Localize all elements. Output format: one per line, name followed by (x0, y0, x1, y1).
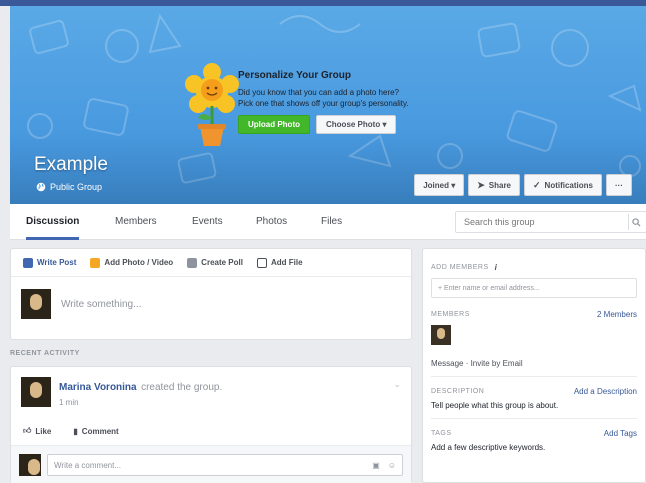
comment-avatar (19, 454, 41, 476)
post-action-text: created the group. (141, 382, 223, 393)
group-tab-bar: Discussion Members Events Photos Files (10, 204, 646, 240)
post-author[interactable]: Marina Voronina (59, 382, 137, 393)
create-poll-label: Create Poll (201, 258, 243, 267)
choose-photo-button[interactable]: Choose Photo ▾ (316, 115, 397, 134)
tab-events[interactable]: Events (192, 204, 223, 240)
add-description-link[interactable]: Add a Description (574, 387, 637, 396)
like-button[interactable]: 👍︎ Like (23, 426, 51, 436)
activity-post: Marina Voronina created the group. 1 min… (10, 366, 412, 483)
group-name[interactable]: Example (34, 154, 108, 176)
post-timestamp[interactable]: 1 min (59, 398, 222, 407)
checkmark-icon: ✓ (533, 179, 541, 190)
thumbs-up-icon: 👍︎ (23, 426, 32, 435)
group-search (455, 211, 646, 233)
privacy-label: Public Group (50, 182, 103, 192)
upload-photo-button[interactable]: Upload Photo (238, 115, 310, 134)
search-icon[interactable] (628, 214, 644, 230)
poll-icon (187, 257, 198, 268)
write-post-tab[interactable]: Write Post (23, 257, 77, 268)
comment-button[interactable]: ▮ Comment (73, 427, 118, 436)
comment-label: Comment (81, 426, 119, 436)
post-avatar[interactable] (21, 377, 51, 407)
post-composer: Write Post Add Photo / Video Create Poll… (10, 248, 412, 340)
notifications-button[interactable]: ✓ Notifications (524, 174, 602, 196)
comment-input[interactable]: Write a comment... ▣ ☺ (47, 454, 403, 476)
promo-line-2: Pick one that shows off your group's per… (238, 99, 409, 108)
search-input[interactable] (456, 212, 616, 232)
avatar[interactable] (21, 289, 51, 319)
share-arrow-icon: ➤ (477, 179, 485, 190)
joined-label: Joined ▾ (423, 180, 456, 190)
tab-members[interactable]: Members (115, 204, 157, 240)
message-separator: · (463, 359, 471, 368)
more-label: ··· (615, 180, 623, 190)
share-button[interactable]: ➤ Share (468, 174, 520, 196)
write-post-label: Write Post (37, 258, 77, 267)
invite-by-email-link[interactable]: Invite by Email (471, 359, 523, 368)
file-icon (256, 257, 267, 268)
cover-actions: Joined ▾ ➤ Share ✓ Notifications ··· (414, 174, 632, 196)
notifications-label: Notifications (544, 180, 593, 190)
chevron-down-icon[interactable]: ⌄ (393, 379, 401, 390)
more-options-button[interactable]: ··· (606, 174, 632, 196)
joined-button[interactable]: Joined ▾ (414, 174, 465, 196)
add-members-input[interactable]: + Enter name or email address... (431, 278, 637, 298)
members-heading: MEMBERS (431, 311, 470, 318)
photo-promo: Personalize Your Group Did you know that… (238, 70, 458, 134)
like-label: Like (35, 426, 52, 436)
description-text: Tell people what this group is about. (431, 401, 637, 419)
camera-icon[interactable]: ▣ (372, 461, 380, 470)
add-tags-link[interactable]: Add Tags (604, 429, 637, 438)
flower-illustration (185, 63, 239, 146)
add-photo-video-tab[interactable]: Add Photo / Video (90, 257, 174, 268)
share-label: Share (488, 180, 511, 190)
globe-icon (36, 182, 46, 192)
add-file-label: Add File (270, 258, 303, 267)
photo-icon (90, 257, 101, 268)
group-info-panel: ADD MEMBERS i + Enter name or email addr… (422, 248, 646, 483)
cover-photo[interactable]: Personalize Your Group Did you know that… (10, 6, 646, 204)
tab-discussion[interactable]: Discussion (26, 204, 80, 240)
tags-text: Add a few descriptive keywords. (431, 443, 546, 452)
recent-activity-heading: RECENT ACTIVITY (10, 350, 80, 357)
tags-heading: TAGS (431, 430, 452, 437)
info-icon[interactable]: i (495, 263, 497, 272)
composer-input[interactable]: Write something... (61, 299, 141, 310)
add-members-heading: ADD MEMBERS (431, 264, 489, 271)
group-privacy[interactable]: Public Group (36, 182, 102, 192)
comment-placeholder: Write a comment... (54, 460, 121, 470)
pencil-icon (23, 257, 33, 268)
description-heading: DESCRIPTION (431, 388, 485, 395)
comment-icon: ▮ (73, 426, 78, 436)
member-avatar[interactable] (431, 325, 451, 345)
emoji-icon[interactable]: ☺ (388, 461, 396, 470)
members-count-link[interactable]: 2 Members (597, 310, 637, 319)
member-actions: Message · Invite by Email (431, 359, 637, 377)
add-photo-video-label: Add Photo / Video (104, 258, 174, 267)
message-link[interactable]: Message (431, 359, 463, 368)
create-poll-tab[interactable]: Create Poll (187, 257, 243, 268)
tab-files[interactable]: Files (321, 204, 342, 240)
promo-line-1: Did you know that you can add a photo he… (238, 88, 399, 97)
add-file-tab[interactable]: Add File (256, 257, 303, 268)
tab-photos[interactable]: Photos (256, 204, 287, 240)
promo-title: Personalize Your Group (238, 70, 351, 81)
